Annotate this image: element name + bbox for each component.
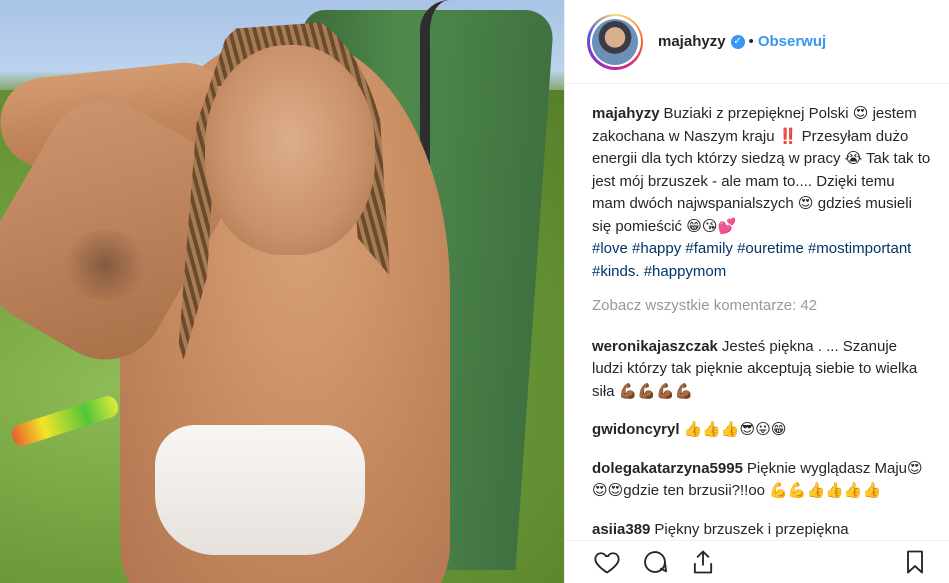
- caption: majahyzy Buziaki z przepięknej Polski 😍 j…: [592, 103, 932, 283]
- comment-author[interactable]: dolegakatarzyna5995: [592, 460, 743, 477]
- bookmark-icon: [907, 550, 923, 574]
- comment-author[interactable]: asiia389: [592, 521, 650, 538]
- comment-text: Piękny brzuszek i przepiękna: [654, 520, 849, 538]
- share-button[interactable]: [688, 547, 718, 577]
- avatar[interactable]: [592, 18, 638, 65]
- like-button[interactable]: [592, 547, 622, 577]
- tattoo: [60, 230, 150, 300]
- follow-button[interactable]: Obserwuj: [758, 33, 826, 50]
- post-sidebar: majahyzy ✓ • Obserwuj majahyzy Buziaki z …: [564, 0, 949, 583]
- comment-icon: [644, 551, 668, 573]
- post-username[interactable]: majahyzy: [658, 33, 726, 50]
- heart-icon: [594, 552, 620, 574]
- separator-dot: •: [748, 33, 754, 50]
- save-button[interactable]: [900, 547, 930, 577]
- comment-text: 👍👍👍😎😛😁: [683, 421, 787, 438]
- view-all-comments-link[interactable]: Zobacz wszystkie komentarze: 42: [592, 295, 932, 318]
- caption-text: Buziaki z przepięknej Polski 😍 jestem za…: [592, 105, 931, 235]
- caption-author[interactable]: majahyzy: [592, 105, 660, 122]
- action-bar: [565, 540, 949, 583]
- verified-badge-icon: ✓: [730, 34, 745, 49]
- white-top: [155, 425, 365, 555]
- comments-section: majahyzy Buziaki z przepięknej Polski 😍 j…: [592, 103, 932, 557]
- comment-item: asiia389 Piękny brzuszek i przepiękna: [592, 519, 932, 542]
- post-header: majahyzy ✓ • Obserwuj: [565, 0, 949, 84]
- comment-button[interactable]: [640, 547, 670, 577]
- post-photo[interactable]: [0, 0, 564, 583]
- caption-hashtags[interactable]: #love #happy #family #ouretime #mostimpo…: [592, 240, 911, 280]
- comment-item: weronikajaszczak Jesteś piękna . ... Szan…: [592, 336, 932, 404]
- comment-author[interactable]: weronikajaszczak: [592, 338, 718, 355]
- comment-author[interactable]: gwidoncyryl: [592, 421, 680, 438]
- comment-item: dolegakatarzyna5995 Pięknie wyglądasz Maj…: [592, 458, 932, 503]
- comment-item: gwidoncyryl 👍👍👍😎😛😁: [592, 419, 932, 442]
- person-face: [205, 45, 375, 255]
- profile-avatar-ring[interactable]: [587, 13, 643, 70]
- share-icon: [693, 550, 713, 574]
